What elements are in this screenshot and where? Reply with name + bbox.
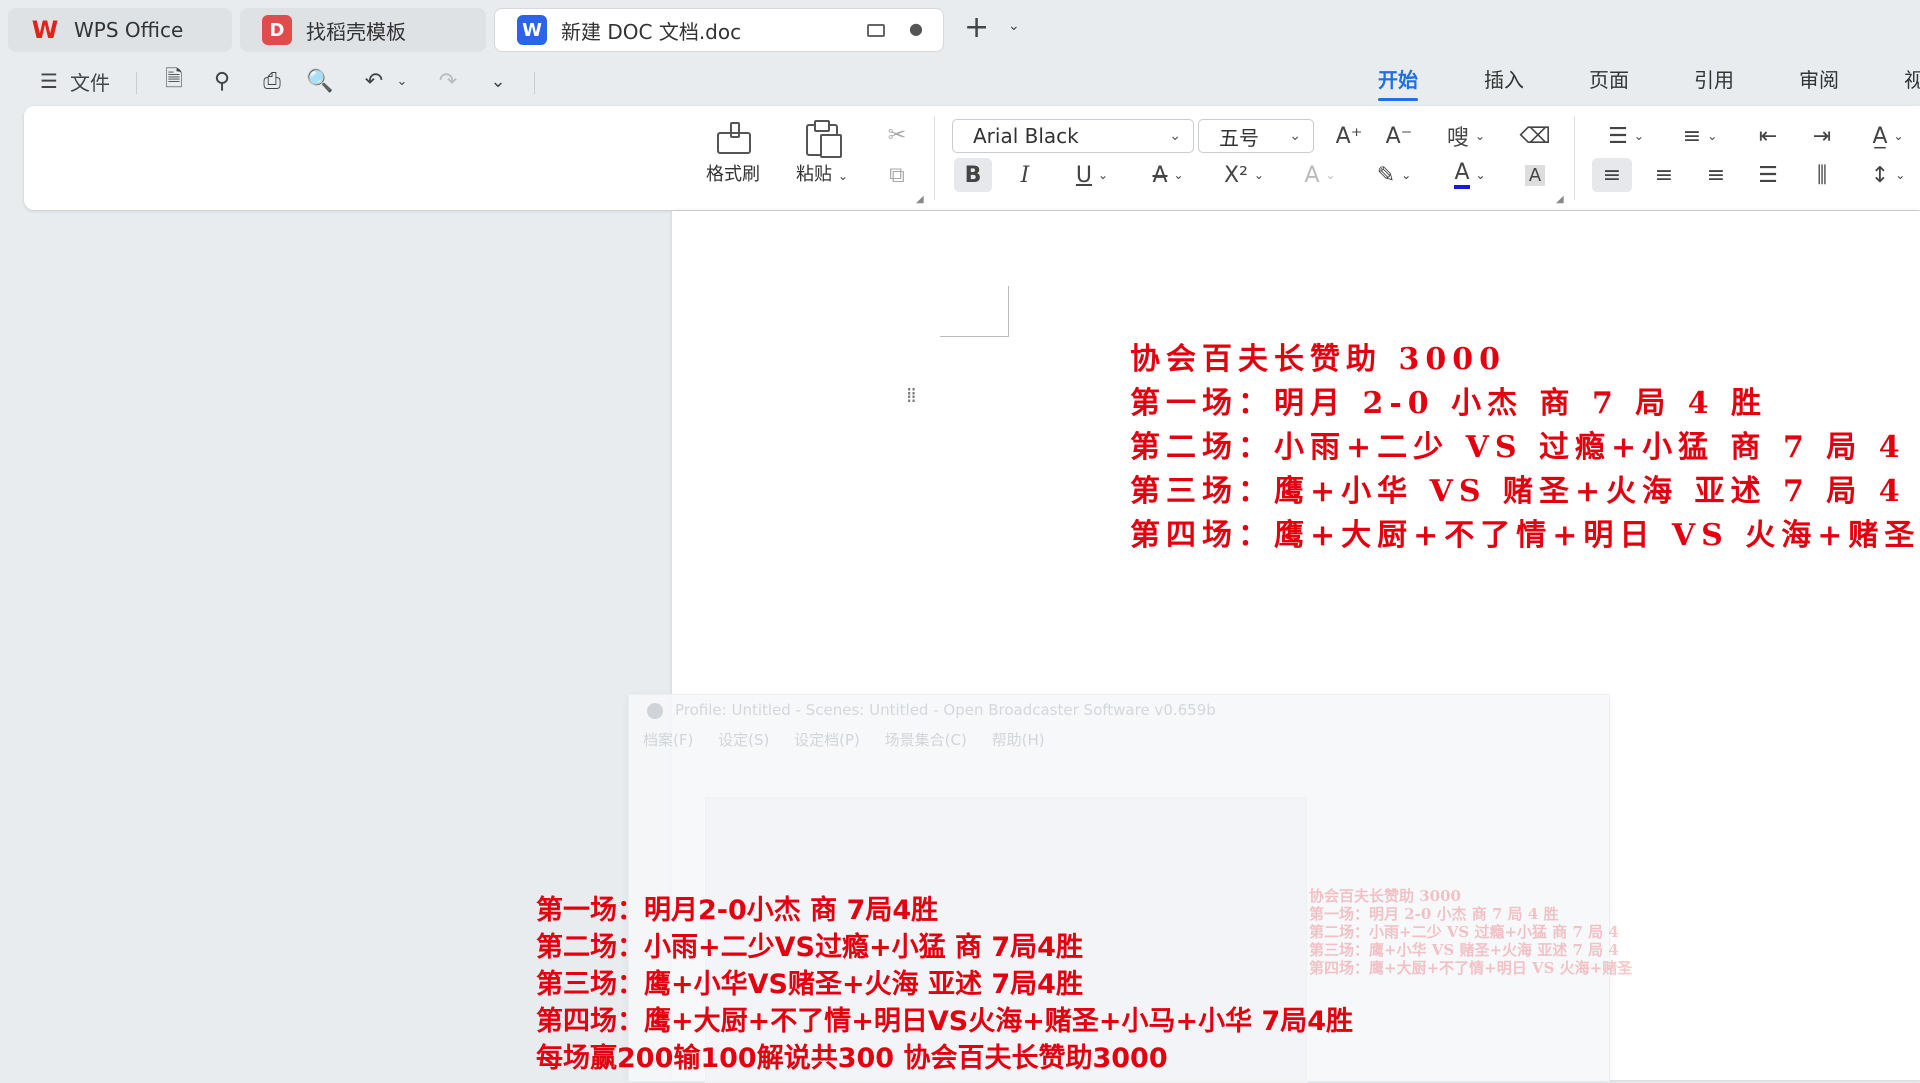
- numbered-list-icon[interactable]: ≡ ⌄: [1672, 119, 1728, 153]
- subtitle-overlay: 第一场：明月2-0小杰 商 7局4胜 第二场：小雨+二少VS过瘾+小猛 商 7局…: [536, 892, 1353, 1077]
- margin-corner-mark: [940, 286, 1009, 337]
- char-shading-button[interactable]: A: [1516, 158, 1554, 192]
- doc-line: 第一场：明月 2-0 小杰 商 7 局 4 胜: [1130, 386, 1768, 421]
- font-dialog-launcher-icon[interactable]: ◢: [1556, 194, 1564, 205]
- divider: [934, 116, 935, 200]
- bullet-list-icon[interactable]: ☰ ⌄: [1598, 119, 1654, 153]
- document-body[interactable]: 协会百夫长赞助 3000 第一场：明月 2-0 小杰 商 7 局 4 胜 第二场…: [1130, 338, 1920, 558]
- copy-icon[interactable]: ⧉: [880, 158, 914, 192]
- tab-review[interactable]: 审阅: [1799, 64, 1839, 93]
- ghost-window-title: Profile: Untitled - Scenes: Untitled - O…: [675, 701, 1216, 719]
- clear-format-icon[interactable]: ⌫: [1516, 119, 1554, 153]
- cut-icon[interactable]: ✂: [880, 118, 914, 152]
- tab-view[interactable]: 视: [1904, 64, 1920, 93]
- undo-dropdown-icon[interactable]: ⌄: [392, 64, 412, 98]
- format-painter-button[interactable]: 格式刷: [706, 120, 760, 186]
- subtitle-line: 每场赢200输100解说共300 协会百夫长赞助3000: [536, 1043, 1168, 1074]
- monitor-icon[interactable]: [867, 24, 885, 37]
- undo-icon[interactable]: ↶: [356, 64, 392, 98]
- tab-docer-templates[interactable]: D 找稻壳模板: [240, 8, 486, 52]
- file-menu-button[interactable]: ☰ 文件: [30, 64, 120, 98]
- decrease-indent-icon[interactable]: ⇤: [1750, 119, 1786, 153]
- align-right-icon[interactable]: ≡: [1698, 158, 1734, 192]
- redo-icon[interactable]: ↷: [430, 64, 466, 98]
- doc-line: 第四场：鹰+大厨+不了情+明日 VS 火海+赌圣: [1130, 518, 1920, 553]
- tab-label: 新建 DOC 文档.doc: [561, 19, 742, 44]
- tab-wps-office[interactable]: W WPS Office: [8, 8, 232, 52]
- drag-handle-icon[interactable]: ⁞⁞: [906, 385, 917, 405]
- doc-line: 第三场：鹰+小华 VS 赌圣+火海 亚述 7 局 4: [1130, 474, 1906, 509]
- phonetic-guide-icon[interactable]: 嗖 ⌄: [1436, 119, 1496, 153]
- paste-icon: [802, 120, 843, 158]
- text-direction-icon[interactable]: A̲ ⌄: [1860, 119, 1916, 153]
- save-icon[interactable]: 🗎: [156, 64, 192, 98]
- font-name-select[interactable]: Arial Black ⌄: [952, 119, 1194, 153]
- strikethrough-button[interactable]: A ⌄: [1138, 158, 1198, 192]
- divider: [1574, 116, 1575, 200]
- divider: [136, 72, 137, 94]
- file-menu-label: 文件: [69, 70, 110, 95]
- ghost-doc-text: 协会百夫长赞助 3000 第一场：明月 2-0 小杰 商 7 局 4 胜 第二场…: [1309, 887, 1633, 977]
- wps-logo-icon: W: [31, 16, 59, 44]
- line-spacing-icon[interactable]: ↕ ⌄: [1860, 158, 1916, 192]
- tab-new-doc[interactable]: W 新建 DOC 文档.doc ●: [494, 8, 944, 52]
- subtitle-line: 第二场：小雨+二少VS过瘾+小猛 商 7局4胜: [536, 932, 1083, 963]
- highlight-button[interactable]: ✎ ⌄: [1364, 158, 1424, 192]
- text-effect-button[interactable]: A ⌄: [1290, 158, 1350, 192]
- doc-line: 协会百夫长赞助 3000: [1130, 342, 1506, 377]
- format-painter-label: 格式刷: [706, 164, 760, 185]
- italic-button[interactable]: I: [1006, 158, 1044, 192]
- font-name-value: Arial Black: [973, 124, 1079, 148]
- increase-font-size-icon[interactable]: A⁺: [1330, 119, 1368, 153]
- align-center-icon[interactable]: ≡: [1646, 158, 1682, 192]
- tab-page[interactable]: 页面: [1589, 64, 1629, 93]
- tab-references[interactable]: 引用: [1694, 64, 1734, 93]
- tab-bar: W WPS Office D 找稻壳模板 W 新建 DOC 文档.doc ● +…: [0, 0, 1920, 58]
- subtitle-line: 第一场：明月2-0小杰 商 7局4胜: [536, 895, 939, 926]
- subtitle-line: 第四场：鹰+大厨+不了情+明日VS火海+赌圣+小马+小华 7局4胜: [536, 1006, 1354, 1037]
- font-color-icon: A: [1454, 161, 1470, 189]
- increase-indent-icon[interactable]: ⇥: [1804, 119, 1840, 153]
- tab-home[interactable]: 开始: [1378, 64, 1418, 101]
- font-size-select[interactable]: 五号 ⌄: [1198, 119, 1314, 153]
- unsaved-dot-icon[interactable]: ●: [909, 19, 923, 38]
- distribute-icon[interactable]: ⫼: [1802, 158, 1842, 192]
- print-icon[interactable]: ⎙: [254, 64, 290, 98]
- hamburger-icon: ☰: [40, 69, 58, 93]
- chevron-down-icon: ⌄: [1289, 128, 1301, 144]
- word-doc-icon: W: [517, 15, 547, 45]
- font-color-button[interactable]: A ⌄: [1440, 158, 1500, 192]
- align-left-icon[interactable]: ≡: [1592, 158, 1632, 192]
- print-preview-icon[interactable]: 🔍: [302, 64, 338, 98]
- paste-label: 粘贴 ⌄: [796, 164, 849, 185]
- tab-list-chevron-icon[interactable]: ⌄: [1008, 18, 1020, 34]
- underline-button[interactable]: U ⌄: [1062, 158, 1122, 192]
- justify-icon[interactable]: ☰: [1750, 158, 1786, 192]
- chevron-down-icon: ⌄: [1169, 128, 1181, 144]
- quick-access-toolbar: ☰ 文件 🗎 ⚲ ⎙ 🔍 ↶ ⌄ ↷ ⌄: [0, 58, 1920, 104]
- more-chevron-icon[interactable]: ⌄: [480, 64, 516, 98]
- tab-insert[interactable]: 插入: [1484, 64, 1524, 93]
- obs-logo-icon: [647, 703, 663, 719]
- decrease-font-size-icon[interactable]: A⁻: [1380, 119, 1418, 153]
- doc-line: 第二场：小雨+二少 VS 过瘾+小猛 商 7 局 4: [1130, 430, 1906, 465]
- divider: [534, 72, 535, 94]
- format-painter-icon: [713, 120, 753, 154]
- clipboard-dialog-launcher-icon[interactable]: ◢: [916, 194, 924, 205]
- new-tab-plus-icon[interactable]: +: [964, 10, 989, 45]
- export-pdf-icon[interactable]: ⚲: [204, 64, 240, 98]
- font-size-value: 五号: [1219, 125, 1259, 150]
- bold-button[interactable]: B: [954, 158, 992, 192]
- subtitle-line: 第三场：鹰+小华VS赌圣+火海 亚述 7局4胜: [536, 969, 1083, 1000]
- superscript-button[interactable]: X² ⌄: [1214, 158, 1274, 192]
- paste-button[interactable]: 粘贴 ⌄: [796, 120, 848, 186]
- tab-label: 找稻壳模板: [306, 19, 406, 44]
- tab-label: WPS Office: [74, 18, 184, 42]
- ghost-window-menu: 档案(F) 设定(S) 设定档(P) 场景集合(C) 帮助(H): [643, 731, 1045, 749]
- docer-icon: D: [262, 15, 292, 45]
